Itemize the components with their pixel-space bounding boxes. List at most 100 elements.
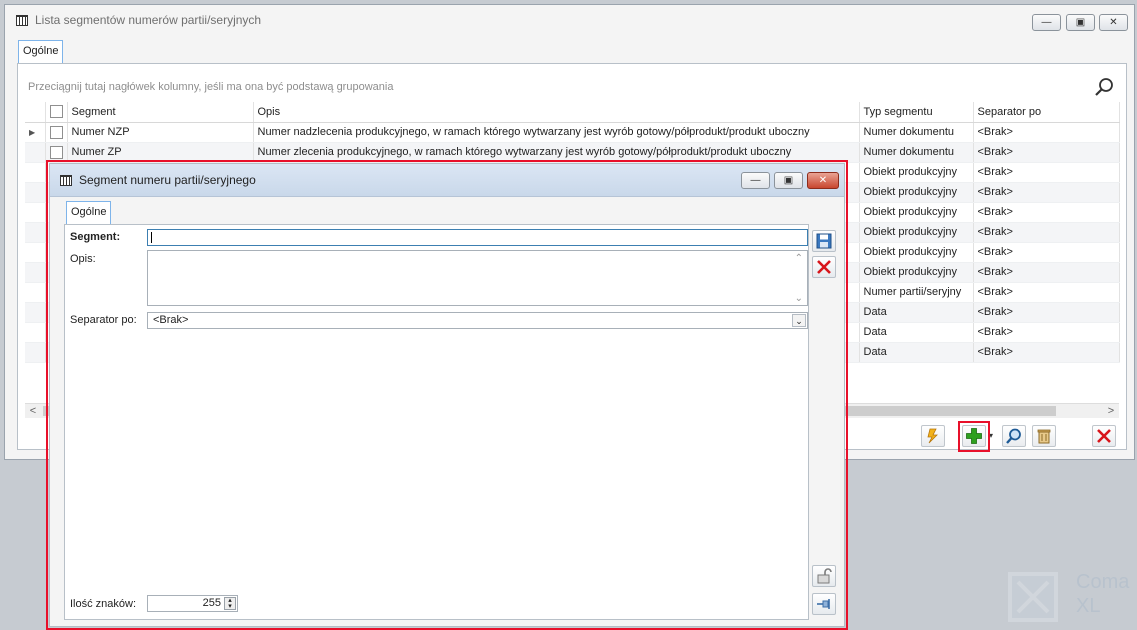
scroll-left-icon[interactable]: <: [25, 404, 41, 419]
cell-separator: <Brak>: [973, 202, 1120, 223]
cell-separator: <Brak>: [973, 302, 1120, 323]
close-button[interactable]: ✕: [1099, 14, 1128, 31]
cell-separator: <Brak>: [973, 122, 1120, 143]
current-row-marker: ▶: [25, 122, 46, 143]
scroll-down-icon[interactable]: ⌄: [795, 293, 803, 304]
tab-ogolne[interactable]: Ogólne: [18, 40, 64, 64]
close-red-icon: [1097, 429, 1111, 443]
cell-typ: Numer partii/seryjny: [859, 282, 974, 303]
dialog-close-button[interactable]: ✕: [807, 172, 839, 189]
segment-dialog: Segment numeru partii/seryjnego — ▣ ✕ Og…: [49, 163, 845, 627]
grid-header: Segment Opis Typ segmentu Separator po: [25, 102, 1120, 123]
ilosc-znakow-spinner[interactable]: 255 ▴ ▾: [147, 595, 238, 612]
trash-icon: [1037, 429, 1051, 444]
dialog-app-icon: [60, 174, 72, 186]
segment-label: Segment:: [70, 231, 121, 243]
floppy-icon: [816, 233, 832, 249]
dialog-titlebar: Segment numeru partii/seryjnego: [50, 164, 844, 197]
cell-separator: <Brak>: [973, 162, 1120, 183]
scroll-right-icon[interactable]: >: [1103, 404, 1119, 419]
ilosc-znakow-label: Ilość znaków:: [70, 598, 137, 610]
watermark-line2: XL: [1076, 595, 1101, 617]
plus-icon: [966, 428, 982, 444]
maximize-button[interactable]: ▣: [1066, 14, 1095, 31]
spinner-arrows-icon[interactable]: ▴ ▾: [224, 597, 236, 610]
row-indicator: [25, 142, 46, 163]
cell-typ: Obiekt produkcyjny: [859, 162, 974, 183]
dialog-tab-ogolne[interactable]: Ogólne: [66, 201, 112, 225]
cell-typ: Obiekt produkcyjny: [859, 242, 974, 263]
cell-opis: Numer zlecenia produkcyjnego, w ramach k…: [253, 142, 860, 163]
pin-icon: [817, 599, 830, 609]
chevron-down-icon[interactable]: ⌄: [792, 314, 806, 327]
segment-input[interactable]: [147, 229, 808, 246]
column-header-typ[interactable]: Typ segmentu: [859, 102, 974, 123]
tab-ogolne-label: Ogólne: [23, 45, 59, 57]
text-caret: [151, 232, 152, 243]
cell-opis: Numer nadzlecenia produkcyjnego, w ramac…: [253, 122, 860, 143]
add-dropdown-arrow[interactable]: ▾: [989, 431, 993, 440]
comarch-logo-icon: [1008, 572, 1058, 622]
minimize-button[interactable]: —: [1032, 14, 1061, 31]
separator-label: Separator po:: [70, 314, 137, 326]
cell-segment: Numer NZP: [67, 122, 254, 143]
group-by-hint: Przeciągnij tutaj nagłówek kolumny, jeśl…: [28, 81, 394, 93]
lock-button[interactable]: [812, 565, 836, 587]
cell-typ: Obiekt produkcyjny: [859, 182, 974, 203]
separator-select[interactable]: <Brak> ⌄: [147, 312, 808, 329]
app-icon: [16, 14, 28, 26]
pin-button[interactable]: [812, 593, 836, 615]
cell-separator: <Brak>: [973, 322, 1120, 343]
cell-typ: Obiekt produkcyjny: [859, 222, 974, 243]
lightning-icon: [927, 428, 938, 444]
add-button[interactable]: [962, 425, 986, 447]
cell-separator: <Brak>: [973, 142, 1120, 163]
table-row[interactable]: Numer ZP Numer zlecenia produkcyjnego, w…: [25, 142, 1120, 163]
main-titlebar: Lista segmentów numerów partii/seryjnych: [5, 5, 1134, 35]
opis-label: Opis:: [70, 253, 96, 265]
ilosc-znakow-value: 255: [202, 597, 221, 609]
dialog-title: Segment numeru partii/seryjnego: [79, 173, 256, 187]
delete-button[interactable]: [1032, 425, 1056, 447]
cell-separator: <Brak>: [973, 342, 1120, 363]
cell-separator: <Brak>: [973, 282, 1120, 303]
dialog-minimize-button[interactable]: —: [741, 172, 770, 189]
magnifier-icon: [1006, 428, 1021, 444]
lightning-button[interactable]: [921, 425, 945, 447]
column-header-segment[interactable]: Segment: [67, 102, 254, 123]
table-row[interactable]: ▶ Numer NZP Numer nadzlecenia produkcyjn…: [25, 122, 1120, 143]
cell-typ: Obiekt produkcyjny: [859, 262, 974, 283]
cancel-button[interactable]: [812, 256, 836, 278]
scroll-up-icon[interactable]: ⌃: [795, 253, 803, 264]
padlock-icon: [817, 568, 832, 584]
cell-segment: Numer ZP: [67, 142, 254, 163]
save-button[interactable]: [812, 230, 836, 252]
cell-typ: Data: [859, 342, 974, 363]
column-header-opis[interactable]: Opis: [253, 102, 860, 123]
select-all-checkbox[interactable]: [45, 102, 68, 123]
close-red-icon: [817, 260, 831, 274]
comarch-watermark: Coma XL: [1008, 570, 1136, 626]
row-checkbox[interactable]: [45, 142, 68, 163]
search-icon[interactable]: [1094, 76, 1116, 98]
preview-button[interactable]: [1002, 425, 1026, 447]
dialog-tab-label: Ogólne: [71, 206, 107, 218]
dialog-maximize-button[interactable]: ▣: [774, 172, 803, 189]
cell-typ: Numer dokumentu: [859, 142, 974, 163]
column-header-separator[interactable]: Separator po: [973, 102, 1120, 123]
watermark-line1: Coma: [1076, 571, 1130, 593]
cell-typ: Obiekt produkcyjny: [859, 202, 974, 223]
separator-value: <Brak>: [153, 314, 189, 326]
cell-separator: <Brak>: [973, 182, 1120, 203]
cell-typ: Data: [859, 322, 974, 343]
cell-separator: <Brak>: [973, 222, 1120, 243]
cell-separator: <Brak>: [973, 262, 1120, 283]
opis-textarea[interactable]: ⌃ ⌄: [147, 250, 808, 306]
main-window-title: Lista segmentów numerów partii/seryjnych: [35, 13, 262, 27]
cell-separator: <Brak>: [973, 242, 1120, 263]
close-list-button[interactable]: [1092, 425, 1116, 447]
row-checkbox[interactable]: [45, 122, 68, 143]
cell-typ: Numer dokumentu: [859, 122, 974, 143]
row-indicator-header: [25, 102, 46, 123]
cell-typ: Data: [859, 302, 974, 323]
